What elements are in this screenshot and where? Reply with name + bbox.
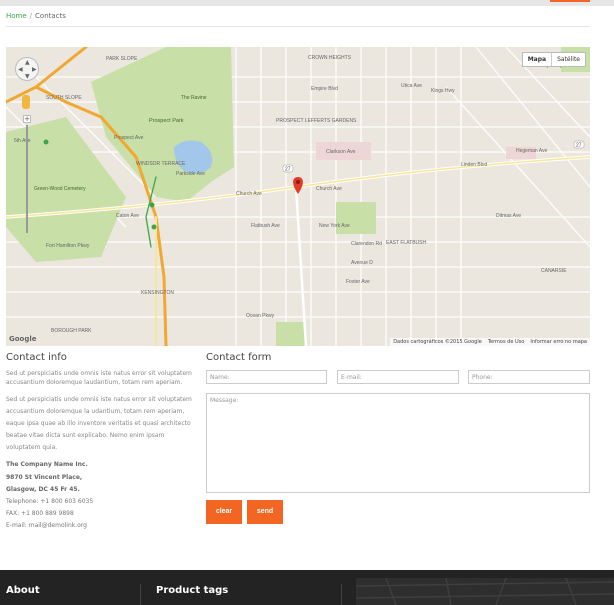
map-label-east-flatbush: EAST FLATBUSH <box>386 240 426 246</box>
footer-divider-2 <box>341 584 342 605</box>
contact-info-title: Contact info <box>6 352 67 363</box>
footer-about-title: About <box>6 585 40 596</box>
map-type-map-button[interactable]: Mapa <box>523 53 553 66</box>
map-label-linden-blvd: Linden Blvd <box>461 162 487 168</box>
contact-info-intro: Sed ut perspiciatis unde omnis iste natu… <box>6 370 192 386</box>
top-bar <box>0 0 614 6</box>
map-terms-link[interactable]: Termos de Uso <box>488 339 525 345</box>
map-canvas: PARK SLOPE SOUTH SLOPE WINDSOR TERRACE P… <box>6 47 590 346</box>
map-label-clarkson-ave: Clarkson Ave <box>326 149 356 155</box>
contact-info-body: Sed ut perspiciatis unde omnis iste natu… <box>6 396 192 451</box>
map-label-kings-hwy: Kings Hwy <box>431 88 455 94</box>
top-accent <box>550 0 590 2</box>
company-city: Glasgow, DC 45 Fr 45. <box>6 486 80 493</box>
google-logo[interactable]: Google <box>9 335 37 343</box>
zoom-in-button[interactable]: + <box>23 115 31 123</box>
map-label-greenwood: Green-Wood Cemetery <box>34 186 86 192</box>
name-field[interactable] <box>206 370 327 384</box>
company-street: 9870 St Vincent Place, <box>6 474 83 481</box>
map-label-borough-park: BOROUGH PARK <box>51 328 92 334</box>
pan-right-icon[interactable]: ▶ <box>32 66 37 73</box>
company-fax: FAX: +1 800 889 9898 <box>6 510 74 517</box>
map-label-empire-blvd: Empire Blvd <box>311 86 338 92</box>
company-telephone: Telephone: +1 800 603 6035 <box>6 498 94 505</box>
map-label-ditmas-ave: Ditmas Ave <box>496 213 521 219</box>
map-label-south-slope: SOUTH SLOPE <box>46 95 82 101</box>
google-map[interactable]: PARK SLOPE SOUTH SLOPE WINDSOR TERRACE P… <box>6 47 590 346</box>
map-type-satellite-button[interactable]: Satélite <box>552 53 585 66</box>
breadcrumb: Home / Contacts <box>6 12 66 20</box>
map-label-parkside-ave: Parkside Ave <box>176 171 205 177</box>
map-label-church-ave-2: Church Ave <box>316 186 342 192</box>
map-label-prospect-ave: Prospect Ave <box>114 135 144 141</box>
company-name: The Company Name Inc. <box>6 461 88 468</box>
breadcrumb-divider <box>6 26 590 27</box>
breadcrumb-current: Contacts <box>35 12 66 20</box>
footer: About Product tags <box>0 570 614 605</box>
map-type-toggle[interactable]: Mapa Satélite <box>521 52 586 67</box>
map-route-27-east: 27 <box>576 143 582 149</box>
map-label-fort-hamilton: Fort Hamilton Pkwy <box>46 243 90 249</box>
map-zoom-control[interactable]: + <box>23 115 31 245</box>
map-data-credit: Dados cartográficos ©2015 Google <box>393 339 482 345</box>
message-field[interactable] <box>206 393 590 493</box>
zoom-slider-track[interactable] <box>26 125 28 233</box>
map-label-crown-heights: CROWN HEIGHTS <box>308 55 352 61</box>
email-field[interactable] <box>337 370 459 384</box>
map-label-utica-ave: Utica Ave <box>401 83 422 89</box>
map-label-canarsie: CANARSIE <box>541 268 567 274</box>
map-label-the-ravine: The Ravine <box>181 95 207 101</box>
map-label-kensington: KENSINGTON <box>141 290 174 296</box>
phone-field[interactable] <box>468 370 590 384</box>
company-email[interactable]: E-mail: mail@demolink.org <box>6 522 87 529</box>
map-label-flatbush-ave: Flatbush Ave <box>251 223 280 229</box>
send-button[interactable]: send <box>247 500 283 524</box>
map-label-caton-ave: Caton Ave <box>116 213 139 219</box>
map-report-link[interactable]: Informar erro no mapa <box>530 339 587 345</box>
map-label-ocean-pkwy: Ocean Pkwy <box>246 313 275 319</box>
map-label-hegeman-ave: Hegeman Ave <box>516 148 548 154</box>
pan-left-icon[interactable]: ◀ <box>18 66 23 73</box>
map-label-prospect-lefferts: PROSPECT LEFFERTS GARDENS <box>276 118 357 124</box>
pan-down-icon[interactable]: ▼ <box>25 73 30 80</box>
map-label-new-york-ave: New York Ave <box>319 223 350 229</box>
map-pan-control[interactable]: ▲ ▼ ◀ ▶ <box>15 57 39 81</box>
map-label-prospect-park: Prospect Park <box>149 118 184 124</box>
footer-map-streets <box>356 578 614 605</box>
map-label-avenue-d: Avenue D <box>351 260 373 266</box>
map-label-windsor-terrace: WINDSOR TERRACE <box>136 161 186 167</box>
footer-divider <box>140 584 141 605</box>
breadcrumb-home-link[interactable]: Home <box>6 12 27 20</box>
map-label-church-ave: Church Ave <box>236 191 262 197</box>
street-view-pegman-icon[interactable] <box>22 95 30 109</box>
breadcrumb-separator: / <box>29 12 33 20</box>
contact-form-title: Contact form <box>206 352 272 363</box>
map-label-park-slope: PARK SLOPE <box>106 56 138 62</box>
clear-button[interactable]: clear <box>206 500 242 524</box>
map-attribution: Dados cartográficos ©2015 Google Termos … <box>390 338 590 346</box>
map-route-27: 27 <box>285 167 291 173</box>
map-label-clarendon-rd: Clarendon Rd <box>351 241 382 247</box>
footer-map-background <box>356 578 614 605</box>
map-label-foster-ave: Foster Ave <box>346 279 370 285</box>
pan-up-icon[interactable]: ▲ <box>25 59 30 66</box>
footer-tags-title: Product tags <box>156 585 229 596</box>
